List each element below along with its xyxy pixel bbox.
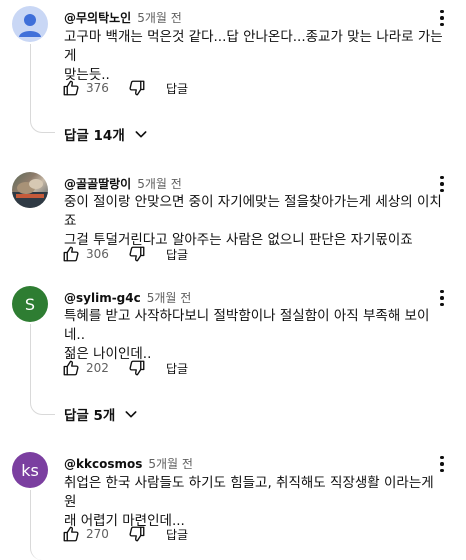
avatar[interactable]: ks — [12, 452, 48, 488]
thread-line — [30, 490, 55, 560]
author-name[interactable]: @무의탁노인 — [64, 11, 131, 25]
dislike-icon[interactable] — [126, 77, 148, 99]
profile-photo-icon — [12, 179, 48, 208]
reply-button[interactable]: 답글 — [166, 246, 188, 263]
more-actions-icon[interactable] — [432, 172, 452, 196]
more-actions-icon[interactable] — [432, 6, 452, 30]
comment-time[interactable]: 5개월 전 — [148, 457, 193, 471]
dislike-icon[interactable] — [126, 523, 148, 545]
avatar-letter: ks — [21, 460, 39, 480]
chevron-down-icon — [135, 131, 147, 138]
reply-button[interactable]: 답글 — [166, 360, 188, 377]
more-actions-icon[interactable] — [432, 286, 452, 310]
view-replies-button[interactable]: 답글 5개 — [64, 402, 139, 426]
author-name[interactable]: @sylim-g4c — [64, 291, 141, 305]
chevron-down-icon — [125, 411, 137, 418]
author-line: @무의탁노인 5개월 전 — [64, 9, 182, 26]
like-count: 270 — [86, 527, 109, 541]
comment-time[interactable]: 5개월 전 — [137, 177, 182, 191]
comment-time[interactable]: 5개월 전 — [147, 291, 192, 305]
avatar[interactable] — [12, 172, 48, 208]
like-count: 306 — [86, 247, 109, 261]
like-icon[interactable] — [60, 357, 82, 379]
avatar[interactable]: S — [12, 286, 48, 322]
like-icon[interactable] — [60, 243, 82, 265]
reply-button[interactable]: 답글 — [166, 526, 188, 543]
reply-button[interactable]: 답글 — [166, 80, 188, 97]
author-line: @sylim-g4c 5개월 전 — [64, 289, 191, 306]
replies-count-label: 답글 5개 — [64, 408, 116, 424]
comment-actions: 202 답글 — [60, 356, 188, 380]
comment-actions: 270 답글 — [60, 522, 188, 546]
like-icon[interactable] — [60, 77, 82, 99]
thread-line — [30, 324, 55, 415]
replies-count-label: 답글 14개 — [64, 128, 125, 144]
thread-line — [30, 44, 55, 133]
more-actions-icon[interactable] — [432, 452, 452, 476]
author-line: @kkcosmos 5개월 전 — [64, 455, 193, 472]
author-line: @골골딸랑이 5개월 전 — [64, 175, 182, 192]
avatar-letter: S — [24, 294, 36, 314]
default-avatar-icon — [19, 14, 41, 37]
avatar[interactable] — [12, 6, 48, 42]
author-name[interactable]: @kkcosmos — [64, 457, 142, 471]
comment-time[interactable]: 5개월 전 — [137, 11, 182, 25]
dislike-icon[interactable] — [126, 243, 148, 265]
view-replies-button[interactable]: 답글 14개 — [64, 122, 149, 146]
author-name[interactable]: @골골딸랑이 — [64, 177, 131, 191]
comment-actions: 376 답글 — [60, 76, 188, 100]
like-icon[interactable] — [60, 523, 82, 545]
dislike-icon[interactable] — [126, 357, 148, 379]
comment-actions: 306 답글 — [60, 242, 188, 266]
like-count: 202 — [86, 361, 109, 375]
like-count: 376 — [86, 81, 109, 95]
